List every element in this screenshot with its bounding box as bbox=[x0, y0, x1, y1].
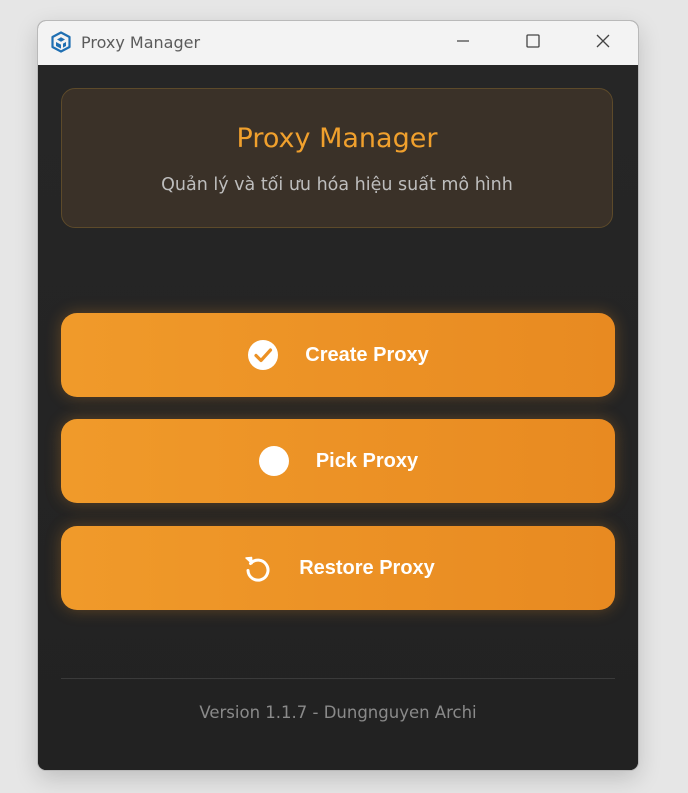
page-subtitle: Quản lý và tối ưu hóa hiệu suất mô hình bbox=[161, 175, 513, 195]
maximize-button[interactable] bbox=[498, 21, 568, 65]
minimize-button[interactable] bbox=[428, 21, 498, 65]
app-window: Proxy Manager Proxy Manager Quản lý và t… bbox=[38, 21, 638, 770]
check-circle-icon bbox=[247, 339, 279, 371]
pick-proxy-label: Pick Proxy bbox=[315, 449, 419, 472]
window-title: Proxy Manager bbox=[81, 33, 201, 52]
main-content: Proxy Manager Quản lý và tối ưu hóa hiệu… bbox=[38, 65, 638, 770]
version-footer: Version 1.1.7 - Dungnguyen Archi bbox=[199, 703, 477, 722]
create-proxy-button[interactable]: Create Proxy bbox=[61, 313, 615, 397]
close-icon bbox=[595, 33, 611, 54]
footer-divider bbox=[61, 678, 615, 679]
pick-proxy-button[interactable]: Pick Proxy bbox=[61, 419, 615, 503]
restore-proxy-label: Restore Proxy bbox=[299, 556, 435, 579]
restore-icon bbox=[241, 552, 273, 584]
minimize-icon bbox=[455, 33, 471, 54]
maximize-icon bbox=[525, 33, 541, 54]
close-button[interactable] bbox=[568, 21, 638, 65]
circle-icon bbox=[258, 445, 290, 477]
restore-proxy-button[interactable]: Restore Proxy bbox=[61, 526, 615, 610]
create-proxy-label: Create Proxy bbox=[305, 343, 429, 366]
header-card: Proxy Manager Quản lý và tối ưu hóa hiệu… bbox=[61, 88, 613, 228]
page-title: Proxy Manager bbox=[236, 123, 438, 154]
title-bar[interactable]: Proxy Manager bbox=[38, 21, 638, 65]
sketchup-logo-icon bbox=[50, 31, 72, 53]
